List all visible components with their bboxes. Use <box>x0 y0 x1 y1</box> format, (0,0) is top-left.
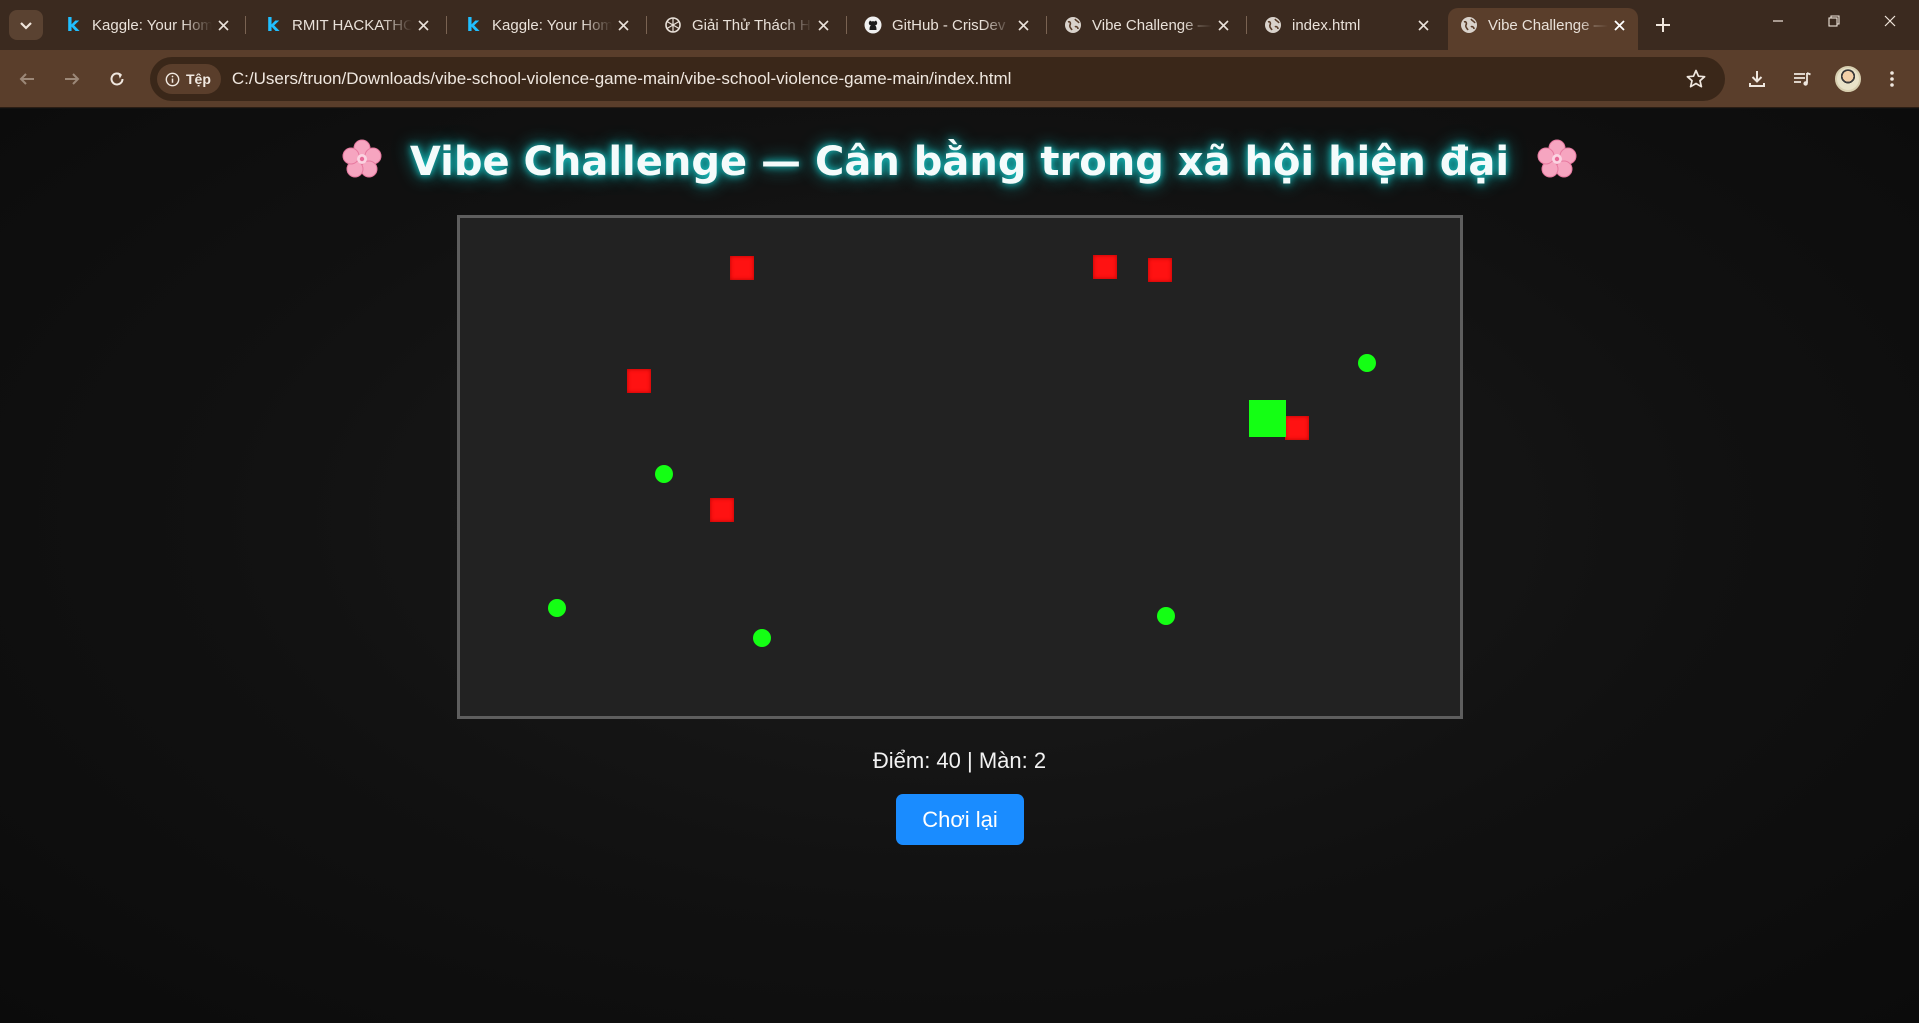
tab-search-button[interactable] <box>9 10 43 40</box>
tab-strip: k Kaggle: Your Home for Data Science k R… <box>0 0 1919 50</box>
url-text[interactable]: C:/Users/truon/Downloads/vibe-school-vio… <box>232 69 1012 89</box>
info-icon <box>165 72 180 86</box>
enemy-block <box>1285 416 1309 440</box>
page-content: Vibe Challenge — Cân bằng trong xã hội h… <box>0 109 1919 1023</box>
media-control-button[interactable] <box>1786 63 1818 95</box>
score-status: Điểm: 40 | Màn: 2 <box>872 748 1047 773</box>
tab-separator <box>846 16 847 34</box>
tab-7[interactable]: index.html <box>1252 8 1442 42</box>
back-button[interactable] <box>11 63 43 95</box>
player-square <box>1249 400 1286 437</box>
download-icon <box>1749 71 1765 87</box>
tab-2[interactable]: k RMIT HACKATHON <box>252 8 442 42</box>
kaggle-icon: k <box>66 14 80 36</box>
close-icon[interactable] <box>1214 16 1232 34</box>
enemy-block <box>1148 258 1172 282</box>
bookmark-star-icon[interactable] <box>1685 68 1707 90</box>
site-info-label: Tệp <box>186 71 211 87</box>
browser-toolbar: Tệp C:/Users/truon/Downloads/vibe-school… <box>0 50 1919 108</box>
close-icon[interactable] <box>1610 16 1628 34</box>
cherry-blossom-icon <box>342 139 382 178</box>
tab-4[interactable]: Giải Thử Thách Hackathon <box>652 8 842 42</box>
green-coin <box>753 629 771 647</box>
enemy-block <box>627 369 651 393</box>
restore-icon <box>1828 15 1840 27</box>
enemy-block <box>710 498 734 522</box>
arrow-left-icon <box>19 73 34 85</box>
restart-button[interactable]: Chơi lại <box>896 794 1024 845</box>
more-vertical-icon <box>1890 71 1894 87</box>
green-coin <box>655 465 673 483</box>
close-icon[interactable] <box>1014 16 1032 34</box>
tab-separator <box>646 16 647 34</box>
close-icon[interactable] <box>614 16 632 34</box>
reload-icon <box>110 72 124 86</box>
minimize-button[interactable] <box>1750 0 1806 42</box>
tab-separator <box>245 16 246 34</box>
kaggle-icon: k <box>266 14 280 36</box>
cherry-blossom-icon <box>1537 139 1577 178</box>
profile-button[interactable] <box>1832 63 1864 95</box>
tab-separator <box>1246 16 1247 34</box>
close-icon[interactable] <box>214 16 232 34</box>
enemy-block <box>730 256 754 280</box>
arrow-right-icon <box>65 73 80 85</box>
tab-separator <box>446 16 447 34</box>
forward-button[interactable] <box>56 63 88 95</box>
green-coin <box>1358 354 1376 372</box>
tab-5[interactable]: GitHub - CrisDev <box>852 8 1042 42</box>
new-tab-button[interactable] <box>1650 12 1676 38</box>
close-icon <box>1884 15 1896 27</box>
menu-button[interactable] <box>1876 63 1908 95</box>
reload-button[interactable] <box>101 63 133 95</box>
tab-6[interactable]: Vibe Challenge — Cân bằng <box>1052 8 1242 42</box>
address-bar[interactable]: Tệp C:/Users/truon/Downloads/vibe-school… <box>150 57 1725 101</box>
restore-button[interactable] <box>1806 0 1862 42</box>
page-title: Vibe Challenge — Cân bằng trong xã hội h… <box>0 139 1919 185</box>
close-window-button[interactable] <box>1862 0 1918 42</box>
green-coin <box>548 599 566 617</box>
globe-icon <box>1460 16 1478 34</box>
tab-separator <box>1046 16 1047 34</box>
site-info-chip[interactable]: Tệp <box>157 64 221 94</box>
plus-icon <box>1656 18 1670 32</box>
tab-8-active[interactable]: Vibe Challenge — Cân bằng <box>1448 8 1638 50</box>
green-coin <box>1157 607 1175 625</box>
avatar <box>1835 66 1861 92</box>
enemy-block <box>1093 255 1117 279</box>
close-icon[interactable] <box>1414 16 1432 34</box>
globe-icon <box>1064 16 1082 34</box>
title-text: Vibe Challenge — Cân bằng trong xã hội h… <box>409 139 1510 185</box>
tab-1[interactable]: k Kaggle: Your Home for Data Science <box>52 8 242 42</box>
close-icon[interactable] <box>414 16 432 34</box>
kaggle-icon: k <box>466 14 480 36</box>
close-icon[interactable] <box>814 16 832 34</box>
playlist-icon <box>1794 72 1811 86</box>
github-icon <box>864 16 882 34</box>
downloads-button[interactable] <box>1741 63 1773 95</box>
game-canvas[interactable] <box>457 215 1463 719</box>
tab-3[interactable]: k Kaggle: Your Home for Data Science <box>452 8 642 42</box>
chevron-down-icon <box>20 22 32 30</box>
globe-icon <box>1264 16 1282 34</box>
openai-icon <box>664 16 682 34</box>
minimize-icon <box>1773 20 1783 22</box>
